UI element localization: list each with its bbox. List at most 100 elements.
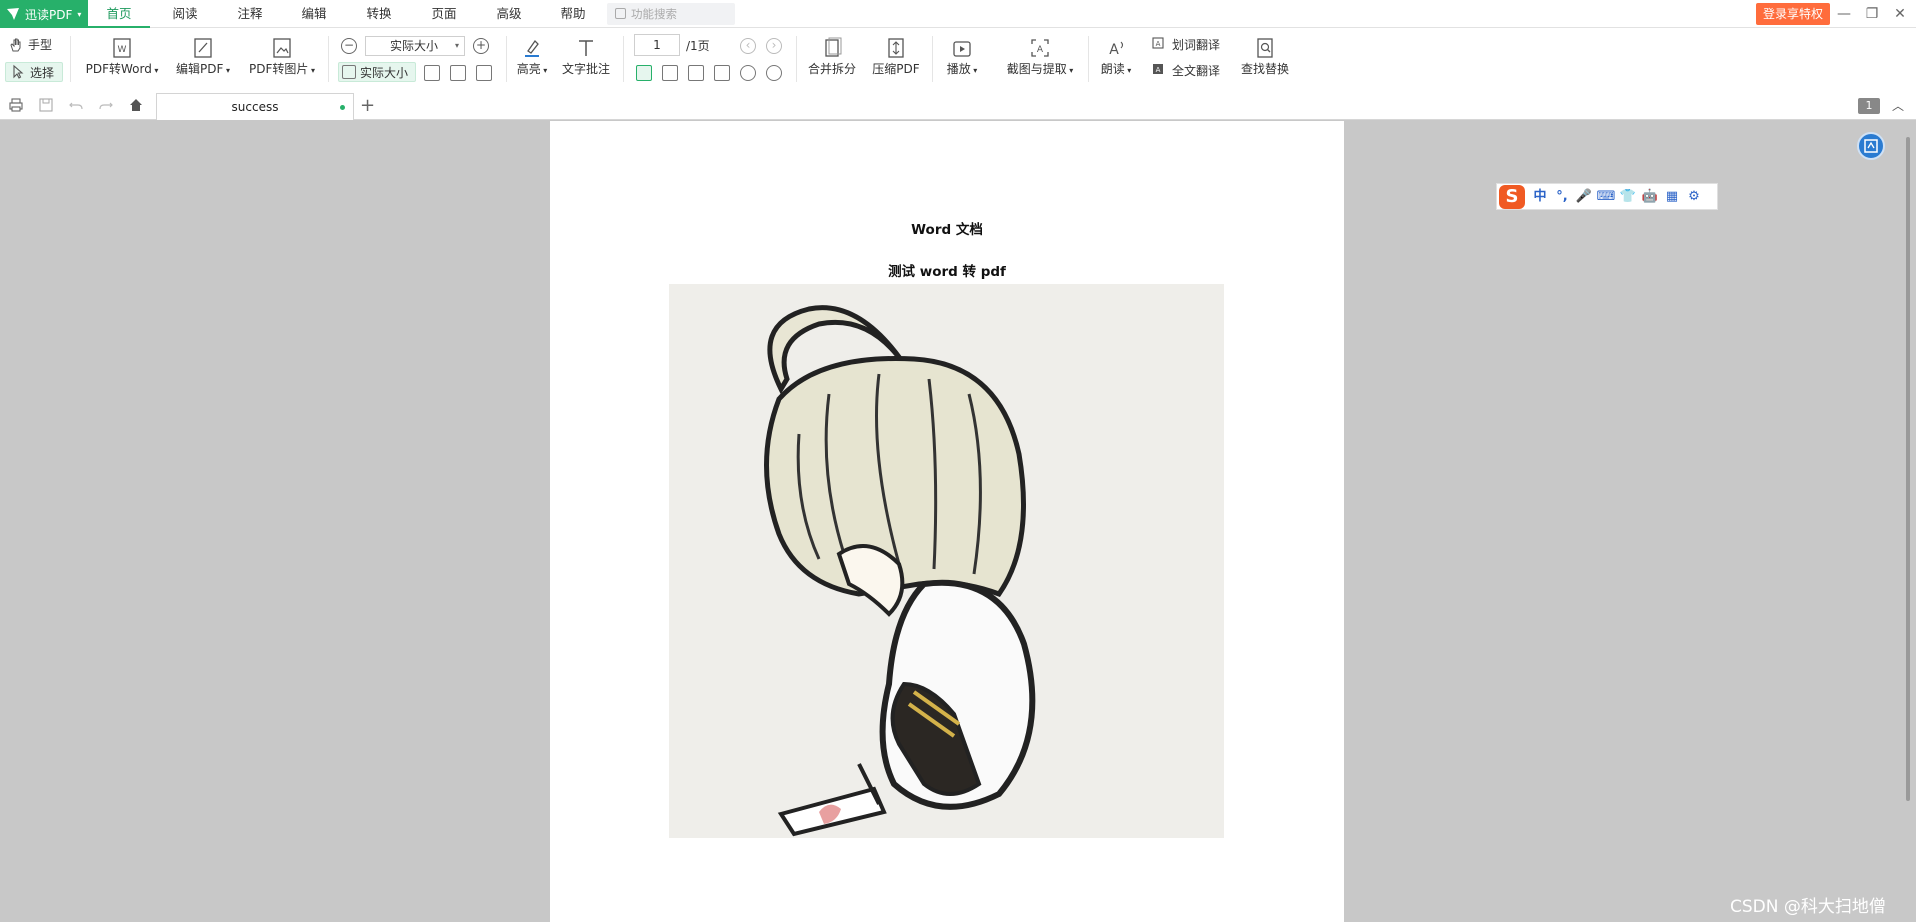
ime-chinese-mode-icon[interactable]: 中 <box>1529 189 1551 205</box>
zoom-in-icon[interactable]: + <box>473 38 489 54</box>
skin-icon[interactable]: 👕 <box>1617 189 1639 205</box>
compress-icon <box>888 38 904 58</box>
highlight-button[interactable]: 高亮 ▾ <box>512 36 552 77</box>
svg-text:A: A <box>1156 40 1161 48</box>
chevron-down-icon: ▾ <box>540 66 548 75</box>
hand-icon <box>10 38 21 51</box>
pdf-to-word-label: PDF转Word <box>85 62 152 76</box>
actual-size-label: 实际大小 <box>360 65 409 80</box>
pdf-page: Word 文档 测试 word 转 pdf <box>550 121 1344 922</box>
single-page-icon[interactable] <box>636 65 652 81</box>
pdf-to-image-button[interactable]: PDF转图片 ▾ <box>244 36 320 77</box>
word-translate-button[interactable]: A 划词翻译 <box>1152 36 1220 53</box>
translate-icon: A <box>1152 36 1164 49</box>
tab-page[interactable]: 页面 <box>412 0 476 28</box>
image-file-icon <box>273 38 291 58</box>
screenshot-extract-label: 截图与提取 <box>1006 62 1067 76</box>
restore-button[interactable]: ❐ <box>1860 3 1884 25</box>
keyboard-icon[interactable]: ⌨ <box>1595 189 1617 205</box>
translate-icon: A <box>1153 63 1163 74</box>
screenshot-extract-button[interactable]: A 截图与提取 ▾ <box>1002 36 1078 77</box>
merge-split-button[interactable]: 合并拆分 <box>804 36 860 77</box>
vertical-scrollbar[interactable] <box>1904 121 1912 801</box>
save-icon[interactable] <box>38 97 54 113</box>
ime-punctuation-icon[interactable]: °, <box>1551 189 1573 205</box>
page-total: /1页 <box>686 39 710 53</box>
hand-tool-button[interactable]: 手型 <box>8 36 52 53</box>
function-search-input[interactable]: 功能搜索 <box>607 3 735 25</box>
pdf-to-word-button[interactable]: W PDF转Word ▾ <box>80 36 164 77</box>
zoom-select[interactable]: 实际大小 ▾ <box>365 36 465 56</box>
continuous-page-icon[interactable] <box>662 65 678 81</box>
redo-icon[interactable] <box>98 97 114 113</box>
prev-page-icon[interactable]: ‹ <box>740 38 756 54</box>
function-search-placeholder: 功能搜索 <box>631 7 677 21</box>
merge-icon <box>825 37 842 57</box>
tab-edit[interactable]: 编辑 <box>282 0 346 28</box>
chevron-down-icon: ▾ <box>970 66 978 75</box>
chevron-down-icon: ▾ <box>308 66 315 75</box>
app-menu-button[interactable]: 迅读PDF ▾ <box>0 0 88 28</box>
full-translate-button[interactable]: A 全文翻译 <box>1152 62 1220 79</box>
text-annotation-label: 文字批注 <box>561 62 610 76</box>
floating-translate-button[interactable] <box>1857 132 1885 160</box>
select-tool-button[interactable]: 选择 <box>5 62 63 82</box>
document-tab-label: success <box>231 100 279 114</box>
text-annotation-button[interactable]: 文字批注 <box>558 36 614 77</box>
page-count-badge: 1 <box>1858 98 1880 114</box>
read-aloud-button[interactable]: A 朗读 ▾ <box>1096 36 1136 77</box>
compress-pdf-label: 压缩PDF <box>872 62 920 76</box>
scrollbar-thumb[interactable] <box>1906 137 1910 801</box>
csdn-watermark: CSDN @科大扫地僧 <box>1730 897 1886 917</box>
play-button[interactable]: 播放 ▾ <box>942 36 982 77</box>
compress-pdf-button[interactable]: 压缩PDF <box>866 36 926 77</box>
merge-split-label: 合并拆分 <box>807 62 856 76</box>
cover-page-icon[interactable] <box>714 65 730 81</box>
svg-text:A: A <box>1037 45 1044 55</box>
chevron-down-icon: ▾ <box>1124 66 1132 75</box>
minimize-button[interactable]: — <box>1832 3 1856 25</box>
highlighter-icon <box>525 39 539 57</box>
edit-pdf-button[interactable]: 编辑PDF ▾ <box>170 36 236 77</box>
undo-icon[interactable] <box>68 97 84 113</box>
select-tool-label: 选择 <box>30 65 55 80</box>
toolbox-icon[interactable]: ▦ <box>1661 189 1683 205</box>
next-page-icon[interactable]: › <box>766 38 782 54</box>
fit-page-icon[interactable] <box>424 65 440 81</box>
tab-read[interactable]: 阅读 <box>152 0 218 28</box>
highlight-label: 高亮 <box>516 62 541 76</box>
robot-icon[interactable]: 🤖 <box>1639 189 1661 205</box>
chevron-down-icon: ▾ <box>1066 66 1074 75</box>
word-translate-label: 划词翻译 <box>1172 38 1221 52</box>
double-page-icon[interactable] <box>688 65 704 81</box>
edit-file-icon <box>194 38 212 58</box>
chevron-down-icon: ▾ <box>151 66 159 75</box>
menu-bar: 迅读PDF ▾ 首页 阅读 注释 编辑 转换 页面 高级 帮助 功能搜索 登录享… <box>0 0 1916 28</box>
document-tab[interactable]: success <box>156 93 354 120</box>
actual-size-button[interactable]: 实际大小 <box>338 62 416 82</box>
tab-convert[interactable]: 转换 <box>346 0 412 28</box>
home-icon[interactable] <box>128 97 144 113</box>
search-icon <box>615 8 626 19</box>
settings-icon[interactable]: ⚙ <box>1683 189 1705 205</box>
word-file-icon: W <box>113 38 131 58</box>
print-icon[interactable] <box>8 97 24 113</box>
text-fit-icon[interactable] <box>476 65 492 81</box>
login-button[interactable]: 登录享特权 <box>1756 3 1830 25</box>
fit-width-icon[interactable] <box>450 65 466 81</box>
zoom-out-icon[interactable]: − <box>341 38 357 54</box>
rotate-left-icon[interactable] <box>766 65 782 81</box>
page-number-input[interactable]: 1 <box>634 34 680 56</box>
find-replace-button[interactable]: 查找替换 <box>1238 36 1292 77</box>
tab-home[interactable]: 首页 <box>88 0 150 28</box>
tab-annotate[interactable]: 注释 <box>218 0 282 28</box>
tab-help[interactable]: 帮助 <box>542 0 604 28</box>
rotate-right-icon[interactable] <box>740 65 756 81</box>
collapse-toolbar-icon[interactable]: ︿ <box>1892 97 1904 114</box>
add-tab-button[interactable]: + <box>360 95 375 116</box>
tab-advanced[interactable]: 高级 <box>476 0 542 28</box>
screenshot-icon: A <box>1031 39 1049 57</box>
close-button[interactable]: ✕ <box>1888 3 1912 25</box>
sogou-logo-icon[interactable]: S <box>1499 184 1525 209</box>
microphone-icon[interactable]: 🎤 <box>1573 189 1595 205</box>
